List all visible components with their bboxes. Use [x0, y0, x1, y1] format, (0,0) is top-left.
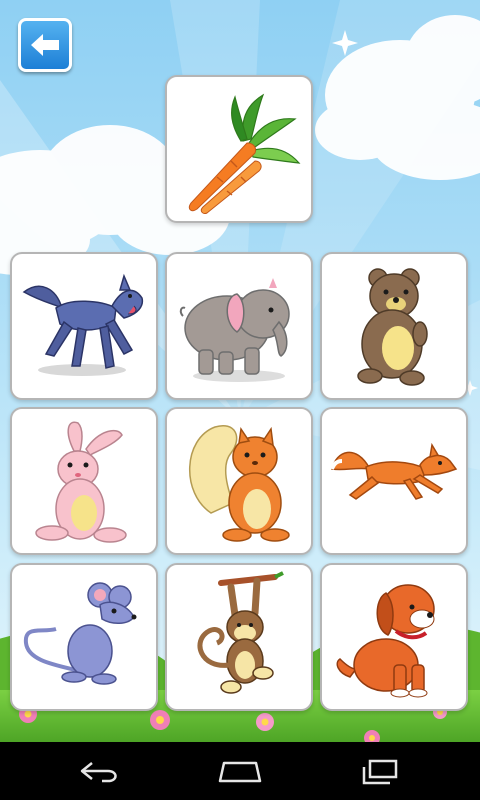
game-background: [0, 0, 480, 742]
android-navigation-bar: [0, 742, 480, 800]
nav-home-icon: [218, 761, 262, 783]
carrot-icon: [188, 93, 301, 214]
animal-card-rabbit[interactable]: [10, 407, 158, 555]
animal-card-bear[interactable]: [320, 252, 468, 400]
arrow-left-icon: [31, 34, 59, 56]
wolf-icon: [22, 273, 144, 376]
animal-card-wolf[interactable]: [10, 252, 158, 400]
mouse-icon: [23, 582, 137, 685]
puppy-icon: [336, 584, 435, 698]
elephant-icon: [179, 278, 290, 382]
animal-card-squirrel[interactable]: [165, 407, 313, 555]
animal-card-elephant[interactable]: [165, 252, 313, 400]
nav-home-button[interactable]: [210, 752, 270, 790]
monkey-icon: [197, 571, 284, 694]
fox-icon: [330, 442, 458, 500]
nav-recents-icon: [362, 759, 398, 785]
bear-icon: [357, 268, 428, 386]
back-button[interactable]: [18, 18, 72, 72]
animal-card-mouse[interactable]: [10, 563, 158, 711]
nav-back-button[interactable]: [70, 752, 130, 790]
nav-recents-button[interactable]: [350, 752, 410, 790]
nav-back-icon: [80, 762, 117, 783]
animal-card-fox[interactable]: [320, 407, 468, 555]
target-card: [165, 75, 313, 223]
rabbit-icon: [35, 421, 127, 543]
animal-card-puppy[interactable]: [320, 563, 468, 711]
squirrel-icon: [189, 424, 290, 542]
animal-card-monkey[interactable]: [165, 563, 313, 711]
